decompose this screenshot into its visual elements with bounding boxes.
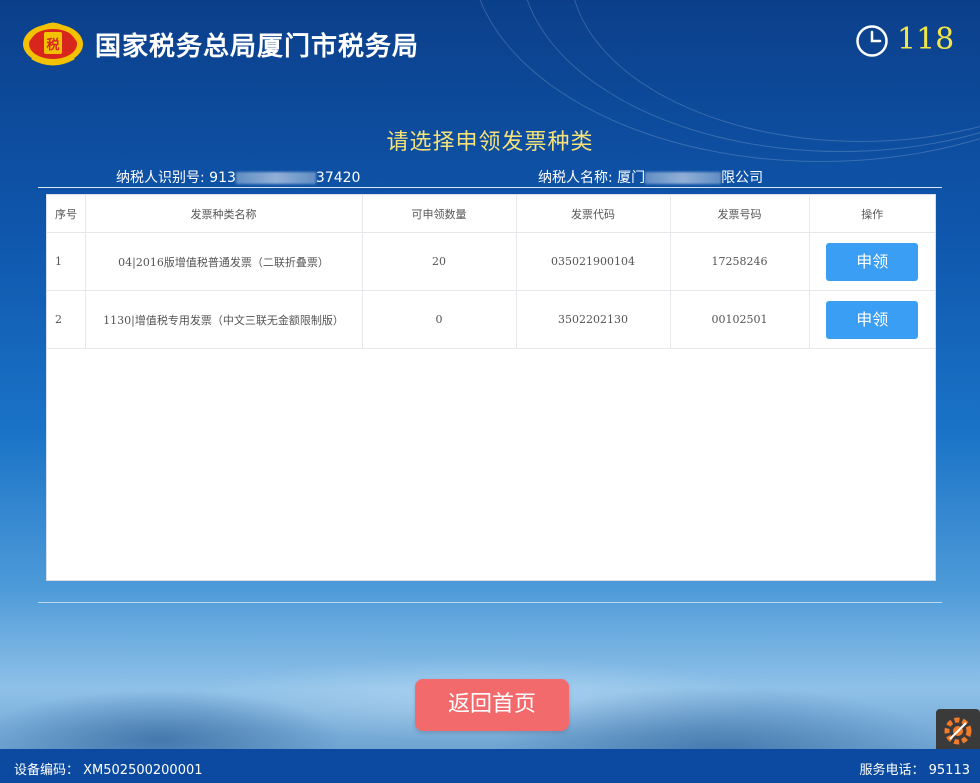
apply-button[interactable]: 申领 — [826, 242, 919, 281]
table-header-row: 序号 发票种类名称 可申领数量 发票代码 发票号码 操作 — [47, 195, 935, 233]
row-index: 2 — [47, 290, 86, 349]
invoice-table-panel: 序号 发票种类名称 可申领数量 发票代码 发票号码 操作 1 04|2016版增… — [46, 194, 936, 581]
apply-button[interactable]: 申领 — [826, 300, 919, 339]
row-action-cell: 申领 — [809, 232, 935, 291]
org-title: 国家税务总局厦门市税务局 — [95, 32, 420, 62]
column-header-type: 发票种类名称 — [85, 195, 363, 233]
header: 税 国家税务总局厦门市税务局 118 — [0, 0, 980, 88]
row-invoice-code: 035021900104 — [516, 232, 671, 291]
column-header-action: 操作 — [809, 195, 935, 233]
taxpayer-id-label: 纳税人识别号: — [116, 170, 205, 186]
device-code: 设备编码： XM502500200001 — [14, 763, 203, 778]
column-header-index: 序号 — [47, 195, 86, 233]
divider — [38, 602, 942, 603]
row-quantity: 20 — [362, 232, 517, 291]
tax-emblem-icon: 税 — [23, 22, 83, 66]
taxpayer-name-label: 纳税人名称: — [538, 170, 613, 186]
back-home-button[interactable]: 返回首页 — [415, 679, 569, 731]
svg-text:税: 税 — [46, 37, 59, 53]
row-invoice-number: 17258246 — [670, 232, 810, 291]
column-header-quantity: 可申领数量 — [362, 195, 517, 233]
clock-icon — [856, 25, 888, 57]
redaction-mask — [235, 172, 316, 184]
taxpayer-name: 纳税人名称: 厦门 限公司 — [538, 167, 763, 187]
page-heading: 请选择申领发票种类 — [386, 130, 594, 155]
taxpayer-name-prefix: 厦门 — [617, 170, 646, 186]
row-invoice-number: 00102501 — [670, 290, 810, 349]
footer-bar: 设备编码： XM502500200001 服务电话： 95113 — [0, 749, 980, 783]
row-invoice-type: 1130|增值税专用发票（中文三联无金额限制版） — [85, 290, 363, 349]
taxpayer-name-suffix: 限公司 — [721, 170, 764, 186]
column-header-number: 发票号码 — [670, 195, 810, 233]
row-quantity: 0 — [362, 290, 517, 349]
gear-icon — [944, 717, 972, 745]
redaction-mask — [645, 172, 722, 184]
table-row: 1 04|2016版增值税普通发票（二联折叠票） 20 035021900104… — [47, 232, 935, 291]
column-header-code: 发票代码 — [516, 195, 671, 233]
divider — [38, 187, 942, 188]
taxpayer-id-suffix: 37420 — [315, 170, 361, 186]
row-action-cell: 申领 — [809, 290, 935, 349]
taxpayer-id-prefix: 913 — [209, 170, 236, 186]
taxpayer-id: 纳税人识别号: 913 37420 — [116, 167, 360, 187]
countdown-timer: 118 — [897, 22, 955, 57]
taxpayer-info: 纳税人识别号: 913 37420 纳税人名称: 厦门 限公司 — [38, 167, 942, 187]
row-invoice-code: 3502202130 — [516, 290, 671, 349]
table-row: 2 1130|增值税专用发票（中文三联无金额限制版） 0 3502202130 … — [47, 290, 935, 349]
invoice-table: 序号 发票种类名称 可申领数量 发票代码 发票号码 操作 1 04|2016版增… — [47, 195, 935, 349]
kiosk-screen: 税 国家税务总局厦门市税务局 118 请选择申领发票种类 纳税人识别号: 913… — [0, 0, 980, 783]
row-index: 1 — [47, 232, 86, 291]
service-phone: 服务电话： 95113 — [859, 763, 971, 778]
settings-widget[interactable] — [936, 709, 980, 753]
row-invoice-type: 04|2016版增值税普通发票（二联折叠票） — [85, 232, 363, 291]
